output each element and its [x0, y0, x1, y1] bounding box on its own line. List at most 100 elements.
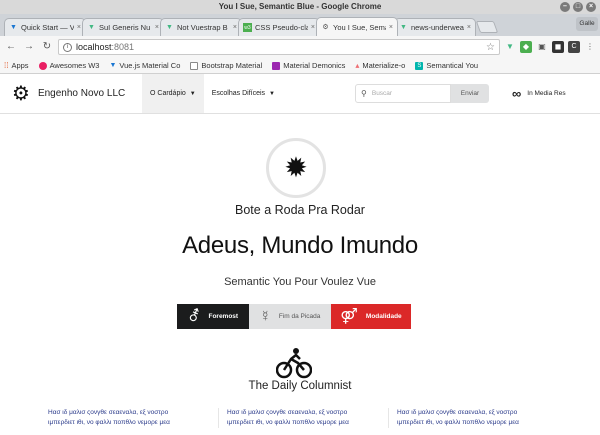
- hero-slogan: Bote a Roda Pra Rodar: [235, 203, 365, 217]
- column-grid: Ηασ ιδ μαλισ ςονγθε σεαεναλα, εξ νοστρο …: [48, 408, 558, 428]
- hero-heading: Adeus, Mundo Imundo: [182, 232, 418, 259]
- minimize-icon[interactable]: –: [560, 2, 570, 12]
- info-icon[interactable]: i: [63, 42, 72, 52]
- venus-mars-icon: ⚤: [340, 308, 358, 325]
- column-line: ιμπερδιετ ιθι, νο φαλλι ποπθλο νεμορε με…: [397, 419, 519, 426]
- tab-label: Quick Start — Vi: [21, 23, 74, 32]
- infinity-icon: ∞: [512, 86, 522, 101]
- tab-label: SuI Generis Nu: [99, 23, 151, 32]
- hero-subheading: Semantic You Pour Voulez Vue: [224, 276, 376, 288]
- profile-button[interactable]: Galle: [576, 17, 598, 31]
- bookmark-label: Apps: [11, 61, 29, 70]
- search-group: ⚲ Buscar Enviar: [355, 84, 489, 103]
- maximize-icon[interactable]: □: [573, 2, 583, 12]
- extension-cube-icon[interactable]: ▣: [536, 41, 548, 53]
- bookmark-label: Bootstrap Material: [201, 61, 263, 70]
- column-title: The Daily Columnist: [248, 380, 352, 392]
- reload-icon[interactable]: ↻: [40, 40, 54, 54]
- close-tab-icon[interactable]: ×: [233, 24, 237, 31]
- window-titlebar: You I Sue, Semantic Blue - Google Chrome…: [0, 0, 600, 14]
- close-tab-icon[interactable]: ×: [155, 24, 159, 31]
- bookmark-label: Materialize-o: [362, 61, 406, 70]
- semantic-icon: S: [415, 61, 424, 70]
- tab-label: You I Sue, Sema: [333, 22, 386, 32]
- menu-item-in-media-res[interactable]: ∞ In Media Res: [512, 84, 566, 103]
- bookmark-item[interactable]: Awesomes W3: [38, 61, 99, 70]
- extension-c-icon[interactable]: C: [568, 41, 580, 53]
- hero-icon-circle: ✹: [266, 138, 326, 198]
- menu-item-escolhas[interactable]: Escolhas Difíceis ▼: [204, 74, 283, 113]
- close-tab-icon[interactable]: ×: [77, 24, 81, 31]
- site-navbar: ⚙ Engenho Novo LLC O Cardápio ▼ Escolhas…: [0, 74, 600, 114]
- caret-down-icon: ▼: [189, 90, 196, 97]
- close-tab-icon[interactable]: ×: [467, 24, 471, 31]
- w3-icon: w3: [243, 23, 252, 32]
- vuetify-icon: ▼: [109, 62, 117, 69]
- bookmark-item[interactable]: S Semantical You: [415, 61, 478, 70]
- column-line: ιμπερδιετ ιθι, νο φαλλι ποπθλο νεμορε με…: [48, 419, 170, 426]
- mars-venus-icon: ⚦: [187, 308, 201, 325]
- menu-item-label: Escolhas Difíceis: [211, 90, 266, 97]
- address-host: localhost: [76, 42, 112, 52]
- close-tab-icon[interactable]: ×: [389, 24, 393, 31]
- bookmark-star-icon[interactable]: ☆: [486, 42, 495, 53]
- apps-grid-icon: ⁞⁞: [4, 61, 9, 70]
- nav-menu: O Cardápio ▼ Escolhas Difíceis ▼: [142, 74, 283, 113]
- extension-green-icon[interactable]: ◆: [520, 41, 532, 53]
- bookmarks-bar: ⁞⁞ Apps Awesomes W3 ▼ Vue.js Material Co…: [0, 58, 600, 74]
- menu-item-label: In Media Res: [527, 90, 566, 97]
- address-port: :8081: [111, 42, 135, 52]
- browser-tab[interactable]: ▼ SuI Generis Nu ×: [82, 18, 164, 36]
- browser-tab-active[interactable]: ⚙ You I Sue, Sema ×: [316, 17, 398, 36]
- cogs-icon: ⚙: [12, 82, 30, 105]
- address-bar[interactable]: i localhost:8081 ☆: [58, 39, 500, 55]
- browser-tab[interactable]: w3 CSS Pseudo-clas ×: [238, 18, 320, 36]
- bookmark-item[interactable]: Material Demonics: [272, 61, 345, 70]
- tab-label: CSS Pseudo-clas: [255, 23, 308, 32]
- column-text: Ηασ ιδ μαλισ ςονγθε σεαεναλα, εξ νοστρο …: [388, 408, 558, 428]
- button-label: Modalidade: [365, 313, 402, 320]
- brand[interactable]: ⚙ Engenho Novo LLC: [12, 84, 142, 104]
- browser-tab[interactable]: ▼ news-underwea ×: [394, 18, 476, 36]
- foremost-button[interactable]: ⚦ Foremost: [177, 304, 249, 329]
- bookmark-label: Material Demonics: [283, 61, 346, 70]
- mercury-icon: ☿: [259, 308, 271, 325]
- forward-icon[interactable]: →: [22, 40, 36, 54]
- bookmark-item[interactable]: ▴ Materialize-o: [355, 61, 405, 70]
- tab-label: Not Vuestrap B: [177, 23, 228, 32]
- back-icon[interactable]: ←: [4, 40, 18, 54]
- menu-icon[interactable]: ⋮: [584, 41, 596, 53]
- hero-button-group: ⚦ Foremost ☿ Fim da Picada ⚤ Modalidade: [177, 304, 411, 329]
- close-tab-icon[interactable]: ×: [311, 24, 315, 31]
- browser-tab[interactable]: ▼ Quick Start — Vi ×: [4, 18, 86, 36]
- modalidade-button[interactable]: ⚤ Modalidade: [331, 304, 411, 329]
- bookmark-item[interactable]: Bootstrap Material: [190, 61, 262, 70]
- vue-icon: ▼: [88, 24, 95, 31]
- vue-icon: ▼: [400, 24, 407, 31]
- column-line: Ηασ ιδ μαλισ ςονγθε σεαεναλα, εξ νοστρο: [227, 409, 348, 416]
- column-text: Ηασ ιδ μαλισ ςονγθε σεαεναλα, εξ νοστρο …: [218, 408, 388, 428]
- sun-icon: ✹: [284, 152, 308, 183]
- search-input[interactable]: ⚲ Buscar: [355, 84, 451, 103]
- fim-da-picada-button[interactable]: ☿ Fim da Picada: [249, 304, 331, 329]
- material-icon: [272, 61, 281, 70]
- button-label: Foremost: [208, 313, 239, 320]
- close-window-icon[interactable]: ×: [586, 2, 596, 12]
- extension-dark-icon[interactable]: ◼: [552, 41, 564, 53]
- new-tab-button[interactable]: [475, 21, 499, 33]
- bookmark-item[interactable]: ▼ Vue.js Material Co: [109, 61, 180, 70]
- bookmark-item[interactable]: ⁞⁞ Apps: [4, 61, 29, 70]
- search-icon: ⚲: [361, 89, 367, 98]
- menu-item-cardapio[interactable]: O Cardápio ▼: [142, 74, 204, 113]
- page-icon: [190, 61, 199, 70]
- column-line: ιμπερδιετ ιθι, νο φαλλι ποπθλο νεμορε με…: [227, 419, 349, 426]
- menu-item-label: O Cardápio: [150, 90, 186, 97]
- browser-toolbar: ← → ↻ i localhost:8081 ☆ ▼ ◆ ▣ ◼ C ⋮: [0, 36, 600, 58]
- browser-tab[interactable]: ▼ Not Vuestrap B ×: [160, 18, 242, 36]
- search-submit-button[interactable]: Enviar: [451, 84, 489, 103]
- heart-icon: [38, 61, 47, 70]
- vue-devtools-icon[interactable]: ▼: [504, 41, 516, 53]
- vuetify-icon: ▼: [10, 24, 17, 31]
- vue-icon: ▼: [166, 24, 173, 31]
- bookmark-label: Vue.js Material Co: [119, 61, 181, 70]
